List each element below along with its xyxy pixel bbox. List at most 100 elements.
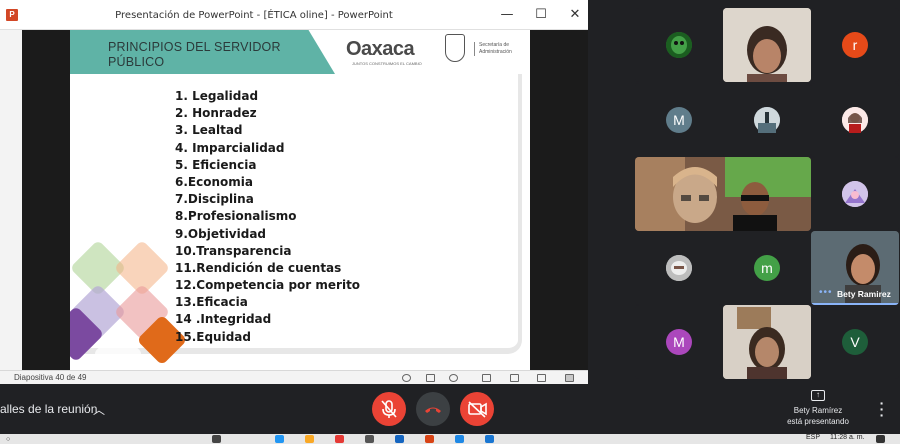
list-item: 1. Legalidad (175, 89, 259, 103)
photo-avatar-icon (666, 255, 692, 281)
photo-avatar-icon (754, 107, 780, 133)
photo-avatar-icon (842, 181, 868, 207)
explorer-icon[interactable] (305, 435, 314, 443)
list-item: 13.Eficacia (175, 295, 248, 310)
ppt-statusbar: Diapositiva 40 de 49 (0, 370, 588, 384)
hangup-button[interactable] (416, 392, 450, 426)
list-item: 3. Lealtad (175, 123, 243, 138)
avatar: M (666, 329, 692, 355)
list-item: 8.Profesionalismo (175, 209, 297, 224)
list-item: 2. Honradez (175, 106, 257, 121)
list-item: 4. Imparcialidad (175, 140, 285, 155)
store-icon[interactable] (365, 435, 374, 443)
list-item: 15.Equidad (175, 329, 251, 344)
edge-icon[interactable] (275, 435, 284, 443)
participant-name: Bety Ramirez (837, 289, 891, 299)
prev-slide-icon[interactable] (402, 374, 411, 382)
slide-counter: Diapositiva 40 de 49 (14, 373, 87, 382)
participant-tile[interactable]: r (811, 8, 899, 82)
taskview-icon[interactable] (212, 435, 221, 443)
mic-off-icon (381, 400, 397, 418)
close-button[interactable]: ✕ (567, 7, 583, 23)
next-slide-icon[interactable] (449, 374, 458, 382)
meeting-toolbar: alles de la reunión ︿ ↑ Bety Ramírez est… (0, 384, 900, 434)
avatar (842, 107, 868, 133)
participant-tile[interactable]: M (635, 83, 723, 157)
participant-tile[interactable] (635, 231, 723, 305)
clock[interactable]: 11:28 a. m. (830, 434, 865, 441)
language-indicator[interactable]: ESP (806, 434, 820, 441)
participant-tile[interactable] (635, 8, 723, 82)
participant-video-tile[interactable] (635, 157, 811, 231)
participant-video-tile[interactable] (723, 305, 811, 379)
list-item: 7.Disciplina (175, 192, 254, 207)
participant-video-tile[interactable]: ••• Bety Ramirez (811, 231, 899, 305)
chrome-icon[interactable] (335, 435, 344, 443)
powerpoint-taskbar-icon[interactable] (425, 435, 434, 443)
participant-tile[interactable]: M (635, 305, 723, 379)
mic-off-button[interactable] (372, 392, 406, 426)
secretaria-line1: Secretaría de (479, 42, 510, 48)
avatar: r (842, 32, 868, 58)
slide-title-line1: PRINCIPIOS DEL SERVIDOR (108, 40, 281, 54)
participant-tile[interactable]: m (723, 231, 811, 305)
camera-off-button[interactable] (460, 392, 494, 426)
app-icon[interactable] (485, 435, 494, 443)
presenter-name: Bety Ramírez (793, 406, 843, 415)
photo-avatar-icon (842, 107, 868, 133)
slide-title: PRINCIPIOS DEL SERVIDOR PÚBLICO (108, 40, 281, 70)
app-icon[interactable] (395, 435, 404, 443)
ppt-titlebar: P Presentación de PowerPoint - [ÉTICA ol… (0, 0, 588, 30)
oaxaca-logo: Oaxaca (346, 38, 415, 60)
chevron-up-icon[interactable]: ︿ (93, 401, 105, 418)
meeting-details-button[interactable]: alles de la reunión (0, 402, 97, 416)
participant-video (723, 8, 811, 82)
presenting-icon: ↑ (811, 390, 825, 401)
more-options-icon[interactable]: · · · (876, 396, 888, 422)
participant-tile[interactable] (811, 83, 899, 157)
avatar (666, 255, 692, 281)
participant-video-tile[interactable] (723, 8, 811, 82)
participant-tile[interactable]: V (811, 305, 899, 379)
avatar: m (754, 255, 780, 281)
screen: P Presentación de PowerPoint - [ÉTICA ol… (0, 0, 900, 444)
list-item: 5. Eficiencia (175, 157, 257, 172)
principles-list: 1. Legalidad 2. Honradez 3. Lealtad 4. I… (175, 88, 360, 346)
avatar (666, 32, 692, 58)
avatar (754, 107, 780, 133)
slide: PRINCIPIOS DEL SERVIDOR PÚBLICO Oaxaca J… (70, 30, 530, 370)
participant-video (723, 305, 811, 379)
secretaria-line2: Administración (479, 49, 512, 55)
hangup-icon (425, 407, 441, 413)
list-item: 9.Objetividad (175, 226, 267, 241)
list-item: 12.Competencia por merito (175, 278, 361, 293)
normal-view-icon[interactable] (482, 374, 491, 382)
maximize-button[interactable]: ☐ (533, 7, 549, 23)
list-item: 14 .Integridad (175, 312, 272, 327)
list-item: 11.Rendición de cuentas (175, 260, 342, 275)
audio-activity-icon: ••• (819, 287, 833, 298)
presenting-status[interactable]: Bety Ramírez está presentando (780, 405, 856, 427)
notes-icon[interactable] (426, 374, 435, 382)
word-icon[interactable] (455, 435, 464, 443)
participant-tile[interactable] (723, 83, 811, 157)
avatar: V (842, 329, 868, 355)
camera-off-icon (468, 401, 487, 418)
taskbar-search-icon[interactable]: ○ (6, 436, 10, 443)
mask-avatar-icon (666, 32, 692, 58)
slide-sorter-icon[interactable] (510, 374, 519, 382)
avatar: M (666, 107, 692, 133)
slide-title-line2: PÚBLICO (108, 55, 165, 69)
presenting-label: está presentando (787, 417, 849, 426)
participant-tile[interactable] (811, 157, 899, 231)
notifications-icon[interactable] (876, 435, 885, 443)
reading-view-icon[interactable] (537, 374, 546, 382)
participant-video (635, 157, 811, 231)
list-item: 10.Transparencia (175, 243, 292, 258)
list-item: 6.Economia (175, 174, 253, 189)
slide-viewport: PRINCIPIOS DEL SERVIDOR PÚBLICO Oaxaca J… (22, 30, 588, 370)
slideshow-icon[interactable] (565, 374, 574, 382)
minimize-button[interactable]: — (499, 7, 515, 23)
government-seal-icon (445, 34, 465, 62)
oaxaca-tagline: JUNTOS CONSTRUIMOS EL CAMBIO (352, 61, 422, 66)
